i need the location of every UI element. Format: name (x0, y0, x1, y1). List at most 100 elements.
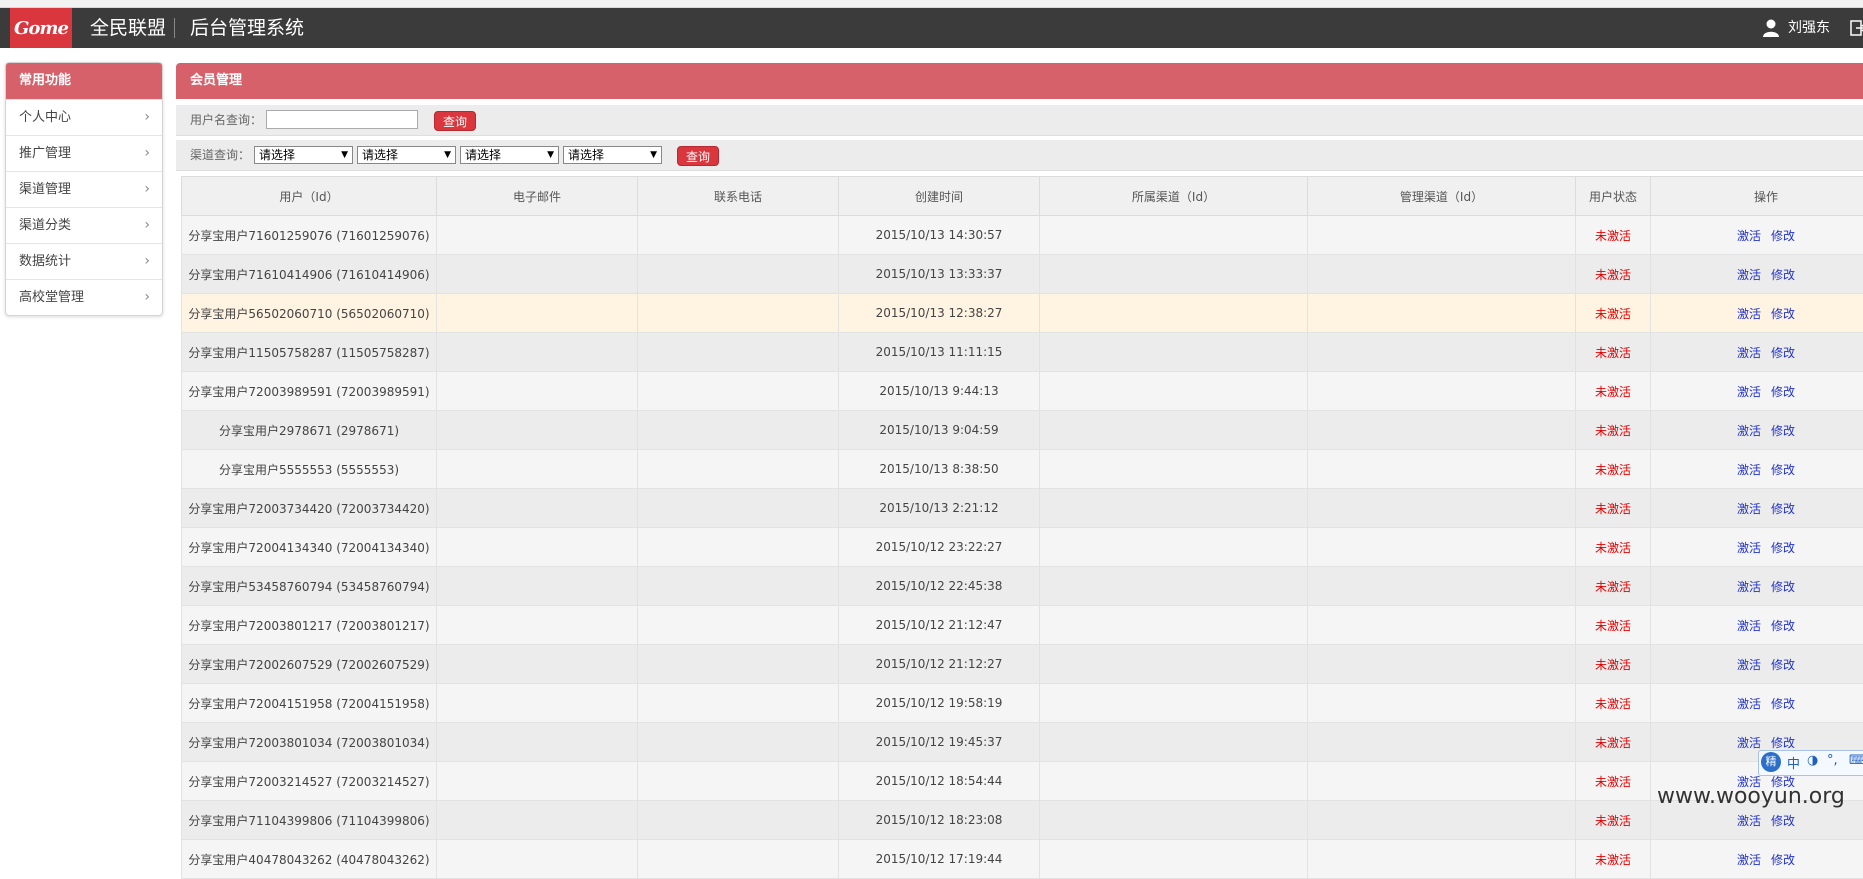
edit-link[interactable]: 修改 (1771, 814, 1795, 828)
activate-link[interactable]: 激活 (1737, 268, 1761, 282)
cell-email (437, 762, 638, 801)
cell-email (437, 645, 638, 684)
cell-actions: 激活修改 (1651, 216, 1863, 255)
sidebar-item-label: 数据统计 (19, 254, 71, 269)
chevron-right-icon: › (144, 172, 150, 207)
activate-link[interactable]: 激活 (1737, 307, 1761, 321)
cell-email (437, 294, 638, 333)
edit-link[interactable]: 修改 (1771, 424, 1795, 438)
activate-link[interactable]: 激活 (1737, 736, 1761, 750)
edit-link[interactable]: 修改 (1771, 463, 1795, 477)
sidebar-item-statistics[interactable]: 数据统计 › (6, 243, 162, 279)
ime-keyboard-icon[interactable]: ⌨ (1849, 753, 1863, 768)
cell-channel (1040, 255, 1308, 294)
channel-select-4[interactable]: 请选择 ▼ (563, 146, 662, 164)
ime-punctuation-icon[interactable]: °, (1827, 753, 1838, 768)
edit-link[interactable]: 修改 (1771, 736, 1795, 750)
activate-link[interactable]: 激活 (1737, 658, 1761, 672)
activate-link[interactable]: 激活 (1737, 346, 1761, 360)
activate-link[interactable]: 激活 (1737, 580, 1761, 594)
member-table: 用户（Id） 电子邮件 联系电话 创建时间 所属渠道（Id） 管理渠道（Id） … (181, 176, 1863, 879)
edit-link[interactable]: 修改 (1771, 619, 1795, 633)
cell-phone (638, 645, 839, 684)
activate-link[interactable]: 激活 (1737, 424, 1761, 438)
header-divider (174, 18, 175, 38)
top-header: Gome 全民联盟 后台管理系统 刘强东 (0, 8, 1863, 48)
cell-manage (1308, 411, 1576, 450)
column-header-created: 创建时间 (839, 177, 1040, 216)
cell-phone (638, 528, 839, 567)
activate-link[interactable]: 激活 (1737, 697, 1761, 711)
username-query-button[interactable]: 查询 (434, 111, 476, 131)
activate-link[interactable]: 激活 (1737, 463, 1761, 477)
panel-title: 会员管理 (176, 63, 1863, 99)
activate-link[interactable]: 激活 (1737, 385, 1761, 399)
cell-channel (1040, 216, 1308, 255)
sidebar-item-channel-management[interactable]: 渠道管理 › (6, 171, 162, 207)
ime-language-label[interactable]: 中 (1787, 753, 1800, 772)
sidebar-item-promotion[interactable]: 推广管理 › (6, 135, 162, 171)
username[interactable]: 刘强东 (1788, 8, 1830, 48)
cell-email (437, 216, 638, 255)
channel-query-button[interactable]: 查询 (677, 146, 719, 166)
cell-manage (1308, 684, 1576, 723)
activate-link[interactable]: 激活 (1737, 502, 1761, 516)
status-badge: 未激活 (1576, 528, 1651, 567)
table-row: 分享宝用户53458760794 (53458760794)2015/10/12… (182, 567, 1863, 606)
cell-phone (638, 216, 839, 255)
activate-link[interactable]: 激活 (1737, 619, 1761, 633)
sidebar-item-label: 渠道分类 (19, 218, 71, 233)
cell-email (437, 801, 638, 840)
cell-manage (1308, 801, 1576, 840)
edit-link[interactable]: 修改 (1771, 268, 1795, 282)
edit-link[interactable]: 修改 (1771, 697, 1795, 711)
table-row: 分享宝用户72003734420 (72003734420)2015/10/13… (182, 489, 1863, 528)
edit-link[interactable]: 修改 (1771, 385, 1795, 399)
sidebar: 常用功能 个人中心 › 推广管理 › 渠道管理 › 渠道分类 › 数据统计 › … (5, 62, 163, 316)
cell-channel (1040, 684, 1308, 723)
table-row: 分享宝用户71601259076 (71601259076)2015/10/13… (182, 216, 1863, 255)
edit-link[interactable]: 修改 (1771, 658, 1795, 672)
edit-link[interactable]: 修改 (1771, 541, 1795, 555)
column-header-actions: 操作 (1651, 177, 1863, 216)
cell-user: 分享宝用户72003801034 (72003801034) (182, 723, 437, 762)
status-badge: 未激活 (1576, 450, 1651, 489)
edit-link[interactable]: 修改 (1771, 502, 1795, 516)
table-row: 分享宝用户71610414906 (71610414906)2015/10/13… (182, 255, 1863, 294)
sidebar-item-college[interactable]: 高校堂管理 › (6, 279, 162, 315)
activate-link[interactable]: 激活 (1737, 853, 1761, 867)
logout-icon[interactable] (1850, 20, 1863, 36)
system-title: 后台管理系统 (190, 8, 304, 48)
activate-link[interactable]: 激活 (1737, 814, 1761, 828)
table-row: 分享宝用户56502060710 (56502060710)2015/10/13… (182, 294, 1863, 333)
cell-phone (638, 762, 839, 801)
cell-channel (1040, 723, 1308, 762)
sidebar-item-personal-center[interactable]: 个人中心 › (6, 99, 162, 135)
sidebar-item-label: 高校堂管理 (19, 290, 84, 305)
ime-moon-icon[interactable]: ◑ (1807, 753, 1818, 768)
username-search-input[interactable] (266, 110, 418, 129)
sidebar-item-channel-category[interactable]: 渠道分类 › (6, 207, 162, 243)
cell-user: 分享宝用户40478043262 (40478043262) (182, 840, 437, 879)
edit-link[interactable]: 修改 (1771, 580, 1795, 594)
cell-phone (638, 801, 839, 840)
cell-created: 2015/10/12 19:58:19 (839, 684, 1040, 723)
cell-actions: 激活修改 (1651, 333, 1863, 372)
channel-select-3[interactable]: 请选择 ▼ (460, 146, 559, 164)
member-table-wrap: 用户（Id） 电子邮件 联系电话 创建时间 所属渠道（Id） 管理渠道（Id） … (181, 176, 1863, 879)
edit-link[interactable]: 修改 (1771, 307, 1795, 321)
cell-phone (638, 450, 839, 489)
channel-select-1[interactable]: 请选择 ▼ (254, 146, 353, 164)
channel-select-2[interactable]: 请选择 ▼ (357, 146, 456, 164)
edit-link[interactable]: 修改 (1771, 346, 1795, 360)
activate-link[interactable]: 激活 (1737, 229, 1761, 243)
gome-logo[interactable]: Gome (10, 8, 72, 48)
edit-link[interactable]: 修改 (1771, 853, 1795, 867)
activate-link[interactable]: 激活 (1737, 541, 1761, 555)
column-header-user: 用户（Id） (182, 177, 437, 216)
username-search-label: 用户名查询： (190, 105, 262, 135)
cell-actions: 激活修改 (1651, 840, 1863, 879)
cell-created: 2015/10/12 19:45:37 (839, 723, 1040, 762)
ime-toolbar[interactable]: 精 中 ◑ °, ⌨ (1758, 750, 1863, 776)
edit-link[interactable]: 修改 (1771, 229, 1795, 243)
